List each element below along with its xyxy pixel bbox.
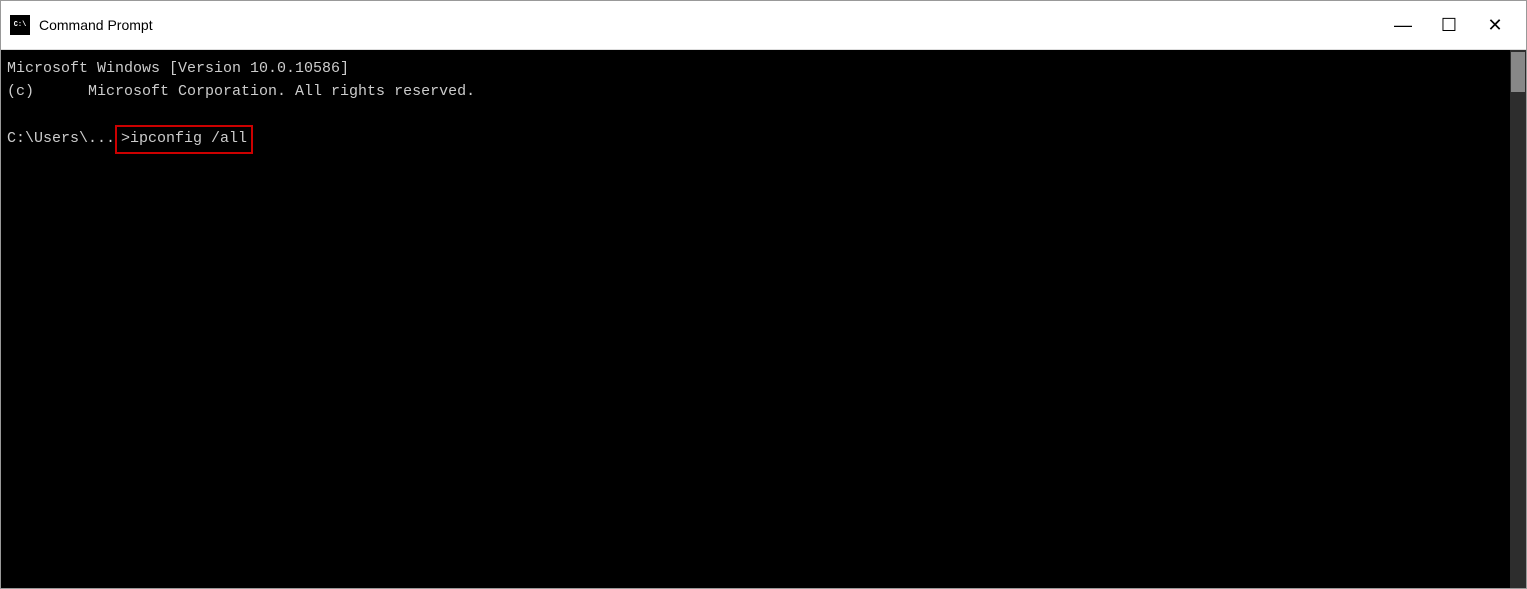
cmd-icon — [10, 15, 30, 35]
command-line: C:\Users\... >ipconfig /all — [7, 125, 1520, 154]
close-button[interactable]: ✕ — [1472, 1, 1518, 50]
command-prompt-window: Command Prompt — ☐ ✕ Microsoft Windows [… — [0, 0, 1527, 589]
terminal-line-3 — [7, 103, 1520, 125]
scrollbar[interactable] — [1510, 50, 1526, 588]
command-highlighted: >ipconfig /all — [115, 125, 253, 154]
window-controls: — ☐ ✕ — [1380, 1, 1518, 50]
terminal-line-1: Microsoft Windows [Version 10.0.10586] — [7, 58, 1520, 81]
prompt-text: C:\Users\... — [7, 128, 115, 151]
minimize-button[interactable]: — — [1380, 1, 1426, 50]
title-bar: Command Prompt — ☐ ✕ — [1, 1, 1526, 50]
app-icon — [9, 14, 31, 36]
window-title: Command Prompt — [39, 17, 1380, 33]
scrollbar-thumb[interactable] — [1511, 52, 1525, 92]
terminal-line-2: (c) Microsoft Corporation. All rights re… — [7, 81, 1520, 104]
terminal-body[interactable]: Microsoft Windows [Version 10.0.10586] (… — [1, 50, 1526, 588]
maximize-button[interactable]: ☐ — [1426, 1, 1472, 50]
